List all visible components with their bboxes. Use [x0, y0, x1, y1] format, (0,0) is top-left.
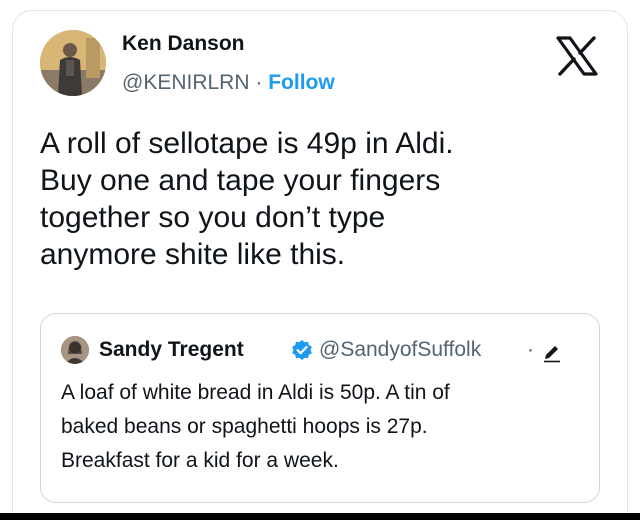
quoted-author-handle[interactable]: @SandyofSuffolk	[319, 338, 481, 362]
quoted-tweet-text: A loaf of white bread in Aldi is 50p. A …	[61, 381, 450, 472]
author-handle-row: @KENIRLRN · Follow	[122, 71, 335, 95]
screenshot-page: Ken Danson @KENIRLRN · Follow A roll of …	[0, 0, 640, 513]
verified-badge-icon	[291, 339, 313, 361]
author-handle[interactable]: @KENIRLRN	[122, 71, 250, 94]
tweet-text: A roll of sellotape is 49p in Aldi. Buy …	[40, 127, 454, 271]
quoted-author-avatar[interactable]	[61, 336, 89, 364]
quoted-tweet[interactable]: Sandy Tregent @SandyofSuffolk · A loaf o…	[40, 313, 600, 503]
pencil-edit-icon	[541, 342, 563, 364]
quoted-handle-separator: ·	[527, 338, 534, 361]
handle-separator: ·	[255, 71, 263, 94]
follow-button[interactable]: Follow	[268, 71, 335, 94]
x-logo-icon[interactable]	[556, 36, 598, 76]
quoted-author-name[interactable]: Sandy Tregent	[99, 338, 244, 362]
author-name[interactable]: Ken Danson	[122, 32, 245, 56]
author-avatar[interactable]	[40, 30, 106, 96]
